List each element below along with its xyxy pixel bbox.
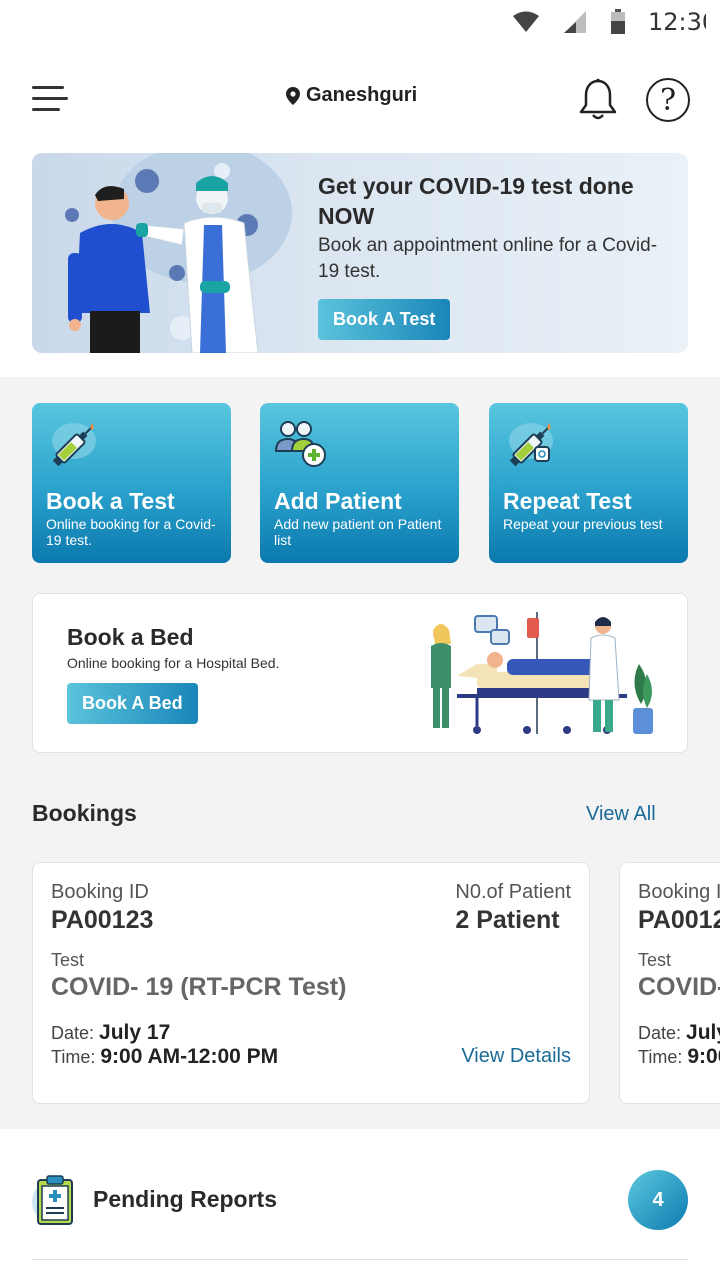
test-label: Test: [638, 950, 672, 970]
add-patient-tile[interactable]: Add Patient Add new patient on Patient l…: [260, 403, 459, 563]
location-selector[interactable]: Ganeshguri: [286, 84, 417, 107]
wifi-icon: [513, 11, 539, 32]
date-value: July 17: [686, 1021, 720, 1044]
covid-test-banner: Get your COVID-19 test done NOW Book an …: [32, 153, 688, 353]
banner-book-test-button[interactable]: Book A Test: [318, 299, 451, 340]
app-header: Ganeshguri ?: [0, 70, 720, 130]
hamburger-menu-icon: [32, 86, 68, 111]
patient-count: 2 Patient: [455, 906, 560, 934]
view-all-bookings-link[interactable]: View All: [586, 803, 656, 826]
question-mark-icon: ?: [659, 82, 677, 118]
status-time: 12:30: [648, 8, 706, 36]
tile-description: Add new patient on Patient list: [274, 516, 442, 548]
booking-time: Time: 9:00 AM-12:00 PM: [638, 1045, 720, 1069]
cellular-signal-icon: [564, 11, 586, 33]
test-name: COVID- 19 (RT-PCR Test): [638, 973, 720, 1001]
repeat-test-tile[interactable]: Repeat Test Repeat your previous test: [489, 403, 688, 563]
syringe-repeat-icon: [509, 423, 553, 467]
time-value: 9:00 AM-12:00 PM: [687, 1045, 720, 1068]
banner-subtitle: Book an appointment online for a Covid-1…: [318, 235, 658, 282]
booking-id: PA00123: [638, 906, 720, 934]
bed-card-title: Book a Bed: [67, 624, 194, 650]
bed-card-description: Online booking for a Hospital Bed.: [67, 655, 280, 671]
time-value: 9:00 AM-12:00 PM: [100, 1045, 279, 1068]
pending-reports-row[interactable]: Pending Reports 4: [32, 1170, 688, 1230]
date-value: July 17: [99, 1021, 171, 1044]
book-test-tile[interactable]: Book a Test Online booking for a Covid-1…: [32, 403, 231, 563]
tile-description: Online booking for a Covid-19 test.: [46, 516, 216, 548]
add-patient-icon: [274, 421, 326, 467]
pending-reports-count-badge: 4: [628, 1170, 688, 1230]
tile-description: Repeat your previous test: [503, 516, 663, 532]
next-booking-card-peek[interactable]: Booking ID PA00123 Test COVID- 19 (RT-PC…: [619, 862, 720, 1104]
booking-time: Time: 9:00 AM-12:00 PM: [51, 1045, 278, 1069]
banner-title: Get your COVID-19 test done NOW: [318, 173, 634, 229]
date-label: Date:: [51, 1023, 95, 1043]
location-name: Ganeshguri: [306, 84, 418, 106]
pending-reports-label: Pending Reports: [93, 1186, 278, 1212]
doctor-testing-patient-illustration: [65, 153, 292, 353]
book-bed-button[interactable]: Book A Bed: [67, 683, 198, 724]
test-name: COVID- 19 (RT-PCR Test): [51, 973, 347, 1001]
date-label: Date:: [638, 1023, 682, 1043]
hospital-bed-illustration: [431, 612, 653, 734]
booking-date: Date: July 17: [638, 1021, 720, 1045]
patient-count-label: N0.of Patient: [455, 881, 571, 903]
clipboard-report-icon: [32, 1175, 73, 1225]
menu-button[interactable]: [30, 82, 70, 116]
bookings-heading: Bookings: [32, 800, 137, 826]
booking-card[interactable]: Booking ID PA00123 Test COVID- 19 (RT-PC…: [619, 862, 720, 1104]
help-button[interactable]: ?: [646, 78, 690, 122]
view-details-link[interactable]: View Details: [461, 1045, 571, 1068]
booking-id-label: Booking ID: [638, 881, 720, 903]
booking-card[interactable]: Booking ID PA00123 N0.of Patient 2 Patie…: [32, 862, 590, 1104]
tile-title: Book a Test: [46, 488, 175, 514]
time-label: Time:: [638, 1047, 683, 1067]
tile-title: Repeat Test: [503, 488, 632, 514]
booking-date: Date: July 17: [51, 1021, 170, 1045]
test-label: Test: [51, 950, 85, 970]
divider: [32, 1259, 688, 1260]
notifications-button[interactable]: [578, 78, 618, 122]
book-bed-card: Book a Bed Online booking for a Hospital…: [32, 593, 688, 753]
status-bar: 12:30: [0, 0, 720, 50]
tile-title: Add Patient: [274, 488, 402, 514]
bell-icon: [579, 78, 617, 120]
time-label: Time:: [51, 1047, 96, 1067]
syringe-icon: [52, 423, 96, 467]
battery-icon: [611, 9, 625, 34]
location-pin-icon: [286, 86, 300, 105]
